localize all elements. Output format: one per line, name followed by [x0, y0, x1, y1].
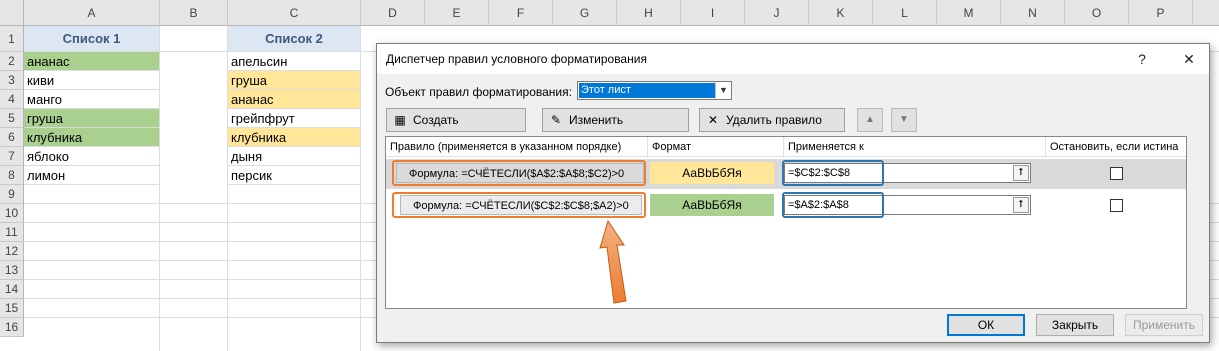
row-header-7[interactable]: 7 — [0, 147, 24, 166]
dialog-titlebar[interactable]: Диспетчер правил условного форматировани… — [377, 44, 1209, 74]
column-header-a[interactable]: A — [24, 0, 160, 26]
rule-2-stop-if-true-checkbox[interactable] — [1110, 199, 1123, 212]
column-header-n[interactable]: N — [1001, 0, 1065, 26]
column-header-o[interactable]: O — [1065, 0, 1129, 26]
row-header-12[interactable]: 12 — [0, 242, 24, 261]
delete-rule-label: Удалить правило — [726, 113, 822, 127]
move-up-button[interactable]: ▲ — [857, 108, 883, 132]
column-header-f[interactable]: F — [489, 0, 553, 26]
close-icon[interactable]: ✕ — [1174, 48, 1204, 70]
rule-1-range-highlight-box — [782, 160, 884, 186]
apply-button[interactable]: Применить — [1125, 314, 1203, 336]
column-header-m[interactable]: M — [937, 0, 1001, 26]
ok-button[interactable]: ОК — [947, 314, 1025, 336]
chevron-down-icon[interactable]: ▼ — [715, 82, 731, 99]
row-header-10[interactable]: 10 — [0, 204, 24, 223]
cell-c5[interactable]: грейпфрут — [228, 109, 361, 128]
edit-rule-button[interactable]: ✎ Изменить правило... — [542, 108, 689, 149]
close-button[interactable]: Закрыть — [1036, 314, 1114, 336]
row-header-1[interactable]: 1 — [0, 26, 24, 52]
cell-a6[interactable]: клубника — [24, 128, 160, 147]
cell-c8[interactable]: персик — [228, 166, 361, 185]
column-header-l[interactable]: L — [873, 0, 937, 26]
row-header-13[interactable]: 13 — [0, 261, 24, 280]
column-header-i[interactable]: I — [681, 0, 745, 26]
cell-c3[interactable]: груша — [228, 71, 361, 90]
row-header-15[interactable]: 15 — [0, 299, 24, 318]
new-rule-button[interactable]: ▦ Создать правило... — [386, 108, 526, 149]
column-header-c[interactable]: C — [228, 0, 361, 26]
row-header-3[interactable]: 3 — [0, 71, 24, 90]
new-rule-icon: ▦ — [394, 113, 406, 127]
column-header-applies-to: Применяется к — [784, 137, 1046, 157]
annotation-arrow-icon — [599, 219, 627, 304]
rule-2-range-highlight-box — [782, 192, 884, 218]
cell-a3[interactable]: киви — [24, 71, 160, 90]
column-header-j[interactable]: J — [745, 0, 809, 26]
collapse-dialog-icon[interactable]: ⭡ — [1013, 165, 1029, 181]
conditional-formatting-rules-manager-dialog: Диспетчер правил условного форматировани… — [376, 43, 1210, 343]
show-rules-for-value: Этот лист — [579, 83, 716, 98]
show-rules-for-select[interactable]: Этот лист ▼ — [577, 81, 732, 100]
row-header-9[interactable]: 9 — [0, 185, 24, 204]
rule-1-highlight-box — [392, 160, 646, 186]
column-header-d[interactable]: D — [361, 0, 425, 26]
rule-1-format-preview[interactable]: АаВbБбЯя — [650, 162, 774, 184]
dialog-title: Диспетчер правил условного форматировани… — [386, 52, 647, 66]
column-header-p[interactable]: P — [1129, 0, 1193, 26]
delete-rule-button[interactable]: ✕ Удалить правило — [699, 108, 845, 132]
delete-x-icon: ✕ — [707, 113, 719, 127]
row-header-5[interactable]: 5 — [0, 109, 24, 128]
cell-a8[interactable]: лимон — [24, 166, 160, 185]
cell-a1[interactable]: Список 1 — [24, 26, 160, 52]
rule-2-format-preview[interactable]: АаВbБбЯя — [650, 194, 774, 216]
rules-grid: Правило (применяется в указанном порядке… — [385, 136, 1187, 309]
cell-c6[interactable]: клубника — [228, 128, 361, 147]
help-button[interactable]: ? — [1127, 48, 1157, 70]
column-header-g[interactable]: G — [553, 0, 617, 26]
column-header-k[interactable]: K — [809, 0, 873, 26]
row-header-14[interactable]: 14 — [0, 280, 24, 299]
move-down-button[interactable]: ▼ — [891, 108, 917, 132]
cell-a5[interactable]: груша — [24, 109, 160, 128]
column-header-h[interactable]: H — [617, 0, 681, 26]
row-header-4[interactable]: 4 — [0, 90, 24, 109]
column-header-b[interactable]: B — [160, 0, 228, 26]
collapse-dialog-icon[interactable]: ⭡ — [1013, 197, 1029, 213]
row-header-8[interactable]: 8 — [0, 166, 24, 185]
column-header-q-partial[interactable] — [1193, 0, 1219, 26]
row-header-6[interactable]: 6 — [0, 128, 24, 147]
column-header-stop-if-true: Остановить, если истина — [1046, 137, 1186, 157]
select-all-corner[interactable] — [0, 0, 24, 26]
cell-c7[interactable]: дыня — [228, 147, 361, 166]
show-rules-for-label: Объект правил форматирования: — [385, 85, 572, 99]
column-header-e[interactable]: E — [425, 0, 489, 26]
row-header-11[interactable]: 11 — [0, 223, 24, 242]
row-header-2[interactable]: 2 — [0, 52, 24, 71]
cell-a7[interactable]: яблоко — [24, 147, 160, 166]
row-header-16[interactable]: 16 — [0, 318, 24, 337]
column-header-rule: Правило (применяется в указанном порядке… — [386, 137, 648, 157]
cell-a2[interactable]: ананас — [24, 52, 160, 71]
rule-1-stop-if-true-checkbox[interactable] — [1110, 167, 1123, 180]
column-header-format: Формат — [648, 137, 784, 157]
cell-c4[interactable]: ананас — [228, 90, 361, 109]
cell-a4[interactable]: манго — [24, 90, 160, 109]
cell-c2[interactable]: апельсин — [228, 52, 361, 71]
edit-rule-icon: ✎ — [550, 113, 562, 127]
cell-c1[interactable]: Список 2 — [228, 26, 361, 52]
